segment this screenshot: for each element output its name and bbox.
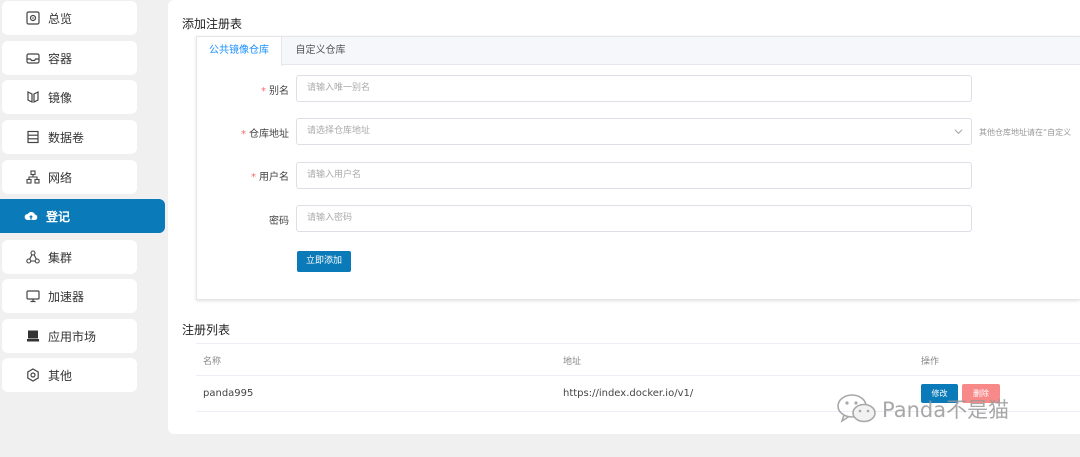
registry-list-title: 注册列表 xyxy=(182,323,231,337)
username-label: * 用户名 xyxy=(251,172,289,183)
sidebar-item-accelerator[interactable]: 加速器 xyxy=(2,279,137,313)
sidebar-item-network[interactable]: 网络 xyxy=(2,160,137,194)
sidebar-item-others[interactable]: 其他 xyxy=(2,358,137,392)
repo-address-hint: 其他仓库地址请在“自定义 xyxy=(979,128,1072,137)
cluster-icon xyxy=(26,250,40,264)
sidebar-item-app-store[interactable]: 应用市场 xyxy=(2,319,137,353)
sidebar-item-label: 容器 xyxy=(48,51,73,66)
sidebar-item-cluster[interactable]: 集群 xyxy=(2,240,137,274)
registry-table: 名称 地址 操作 panda995 https://index.docker.i… xyxy=(196,343,1080,412)
repo-address-label: * 仓库地址 xyxy=(241,129,289,140)
required-mark: * xyxy=(261,86,266,97)
sidebar-item-label: 登记 xyxy=(46,209,71,224)
add-registry-title: 添加注册表 xyxy=(182,17,243,31)
registry-name: panda995 xyxy=(203,388,254,399)
sidebar-item-label: 总览 xyxy=(48,11,73,26)
sidebar-item-label: 数据卷 xyxy=(48,130,85,145)
volume-icon xyxy=(26,130,40,144)
column-header-address: 地址 xyxy=(563,357,582,367)
monitor-icon xyxy=(26,289,40,303)
delete-button[interactable]: 删除 xyxy=(962,384,1000,403)
repo-address-placeholder: 请选择仓库地址 xyxy=(307,126,371,136)
chevron-down-icon xyxy=(954,129,963,135)
required-mark: * xyxy=(241,129,246,140)
registry-tabs: 公共镜像仓库 自定义仓库 xyxy=(197,37,1080,66)
sidebar-item-volumes[interactable]: 数据卷 xyxy=(2,120,137,154)
password-input[interactable]: 请输入密码 xyxy=(296,205,972,232)
overview-icon xyxy=(26,11,40,25)
add-now-button[interactable]: 立即添加 xyxy=(297,251,351,272)
required-mark: * xyxy=(251,172,256,183)
table-header: 名称 地址 操作 xyxy=(196,344,1080,376)
registry-address: https://index.docker.io/v1/ xyxy=(563,388,694,399)
image-icon xyxy=(26,90,40,104)
store-icon xyxy=(26,329,40,343)
tab-public-registry[interactable]: 公共镜像仓库 xyxy=(197,37,282,66)
main-panel: 添加注册表 公共镜像仓库 自定义仓库 * 别名 请输入唯一别名 * 仓库地址 请选择… xyxy=(168,0,1080,434)
network-icon xyxy=(26,170,40,184)
sidebar-item-containers[interactable]: 容器 xyxy=(2,41,137,75)
sidebar-item-overview[interactable]: 总览 xyxy=(2,1,137,35)
sidebar: 总览 容器 镜像 数据卷 网络 登记 集群 加速器 应用市场 其他 xyxy=(0,0,168,457)
table-row: panda995 https://index.docker.io/v1/ 修改 … xyxy=(196,376,1080,412)
sidebar-item-label: 其他 xyxy=(48,368,73,383)
repo-address-select[interactable]: 请选择仓库地址 xyxy=(296,118,972,145)
alias-label: * 别名 xyxy=(261,86,289,97)
column-header-name: 名称 xyxy=(203,357,222,367)
sidebar-item-label: 加速器 xyxy=(48,289,85,304)
add-registry-form: 公共镜像仓库 自定义仓库 * 别名 请输入唯一别名 * 仓库地址 请选择仓库地址 其… xyxy=(196,36,1080,300)
column-header-actions: 操作 xyxy=(921,357,940,367)
settings-icon xyxy=(26,368,40,382)
alias-input[interactable]: 请输入唯一别名 xyxy=(296,75,972,102)
username-input[interactable]: 请输入用户名 xyxy=(296,162,972,189)
cloud-upload-icon xyxy=(24,209,38,223)
password-label: 密码 xyxy=(269,216,289,227)
sidebar-item-registry[interactable]: 登记 xyxy=(0,199,165,233)
sidebar-item-label: 应用市场 xyxy=(48,329,97,344)
edit-button[interactable]: 修改 xyxy=(921,384,958,403)
sidebar-item-label: 集群 xyxy=(48,250,73,265)
sidebar-item-label: 镜像 xyxy=(48,90,73,105)
container-icon xyxy=(26,51,40,65)
tab-custom-registry[interactable]: 自定义仓库 xyxy=(283,37,358,65)
sidebar-item-images[interactable]: 镜像 xyxy=(2,80,137,114)
sidebar-item-label: 网络 xyxy=(48,170,73,185)
